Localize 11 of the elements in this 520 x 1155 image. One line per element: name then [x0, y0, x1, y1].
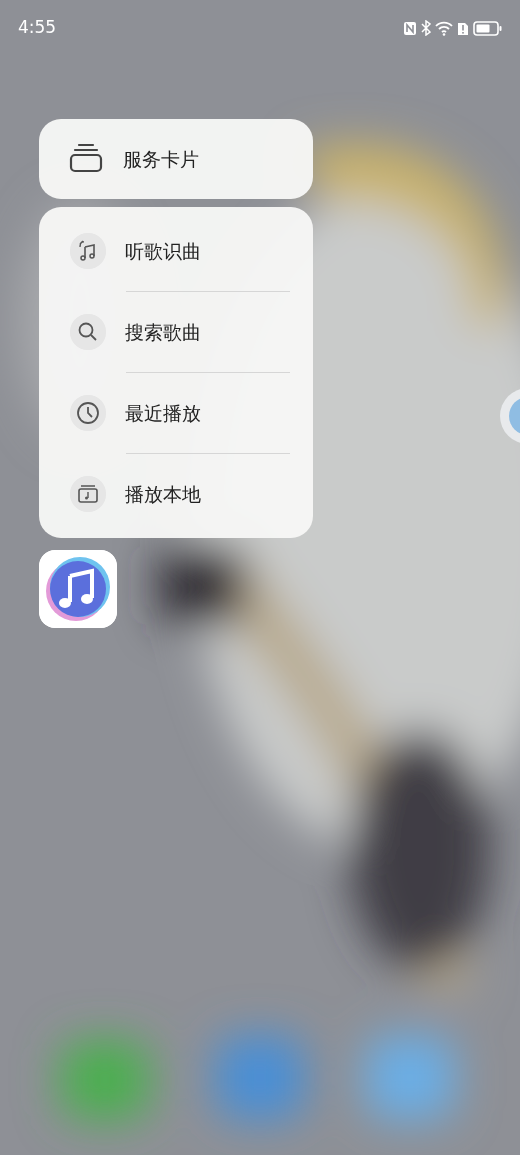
status-time: 4:55 [18, 16, 57, 40]
music-app-icon[interactable] [39, 550, 117, 628]
menu-item[interactable]: 搜索歌曲 [125, 317, 201, 347]
menu-item[interactable]: 最近播放 [125, 398, 201, 428]
sim-alert-icon [457, 20, 469, 36]
battery-icon [473, 20, 502, 36]
bluetooth-icon [421, 20, 431, 36]
service-card-button[interactable]: 服务卡片 [39, 119, 313, 199]
wifi-icon [435, 20, 453, 36]
menu-item[interactable]: 播放本地 [125, 479, 201, 509]
menu-item[interactable]: 听歌识曲 [125, 236, 201, 266]
